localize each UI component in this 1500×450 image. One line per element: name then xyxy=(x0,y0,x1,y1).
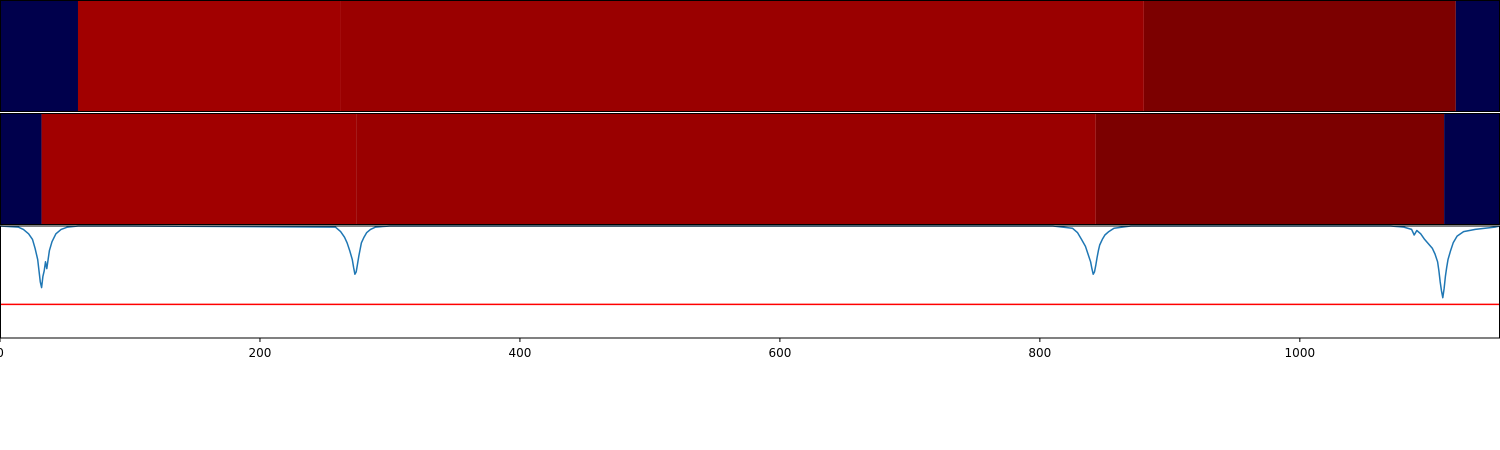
boundary-signal-plot xyxy=(0,225,1500,306)
x-tick-label: 0 xyxy=(0,346,4,360)
track-2-segment-3 xyxy=(356,114,1096,224)
track-2-segment-1 xyxy=(0,114,42,224)
track-1-segment-2 xyxy=(77,1,341,111)
x-tick-label: 600 xyxy=(768,346,791,360)
track-1-segment-5 xyxy=(1455,1,1500,111)
track-2-segment-4 xyxy=(1095,114,1445,224)
segmentation-track-2 xyxy=(0,114,1500,224)
signal-line xyxy=(0,225,1500,299)
track-2-segment-2 xyxy=(41,114,357,224)
track-1-segment-4 xyxy=(1143,1,1456,111)
track-1-segment-1 xyxy=(0,1,78,111)
x-tick-label: 200 xyxy=(249,346,272,360)
x-tick-label: 1000 xyxy=(1285,346,1316,360)
x-tick-label: 800 xyxy=(1028,346,1051,360)
signal-axes-frame xyxy=(0,225,1500,339)
figure: 0 200 400 600 800 1000 xyxy=(0,0,1500,360)
track-2-segment-5 xyxy=(1444,114,1500,224)
track-1-segment-3 xyxy=(340,1,1144,111)
x-axis: 0 200 400 600 800 1000 xyxy=(0,338,1315,360)
segmentation-track-1 xyxy=(0,1,1500,111)
x-tick-label: 400 xyxy=(508,346,531,360)
